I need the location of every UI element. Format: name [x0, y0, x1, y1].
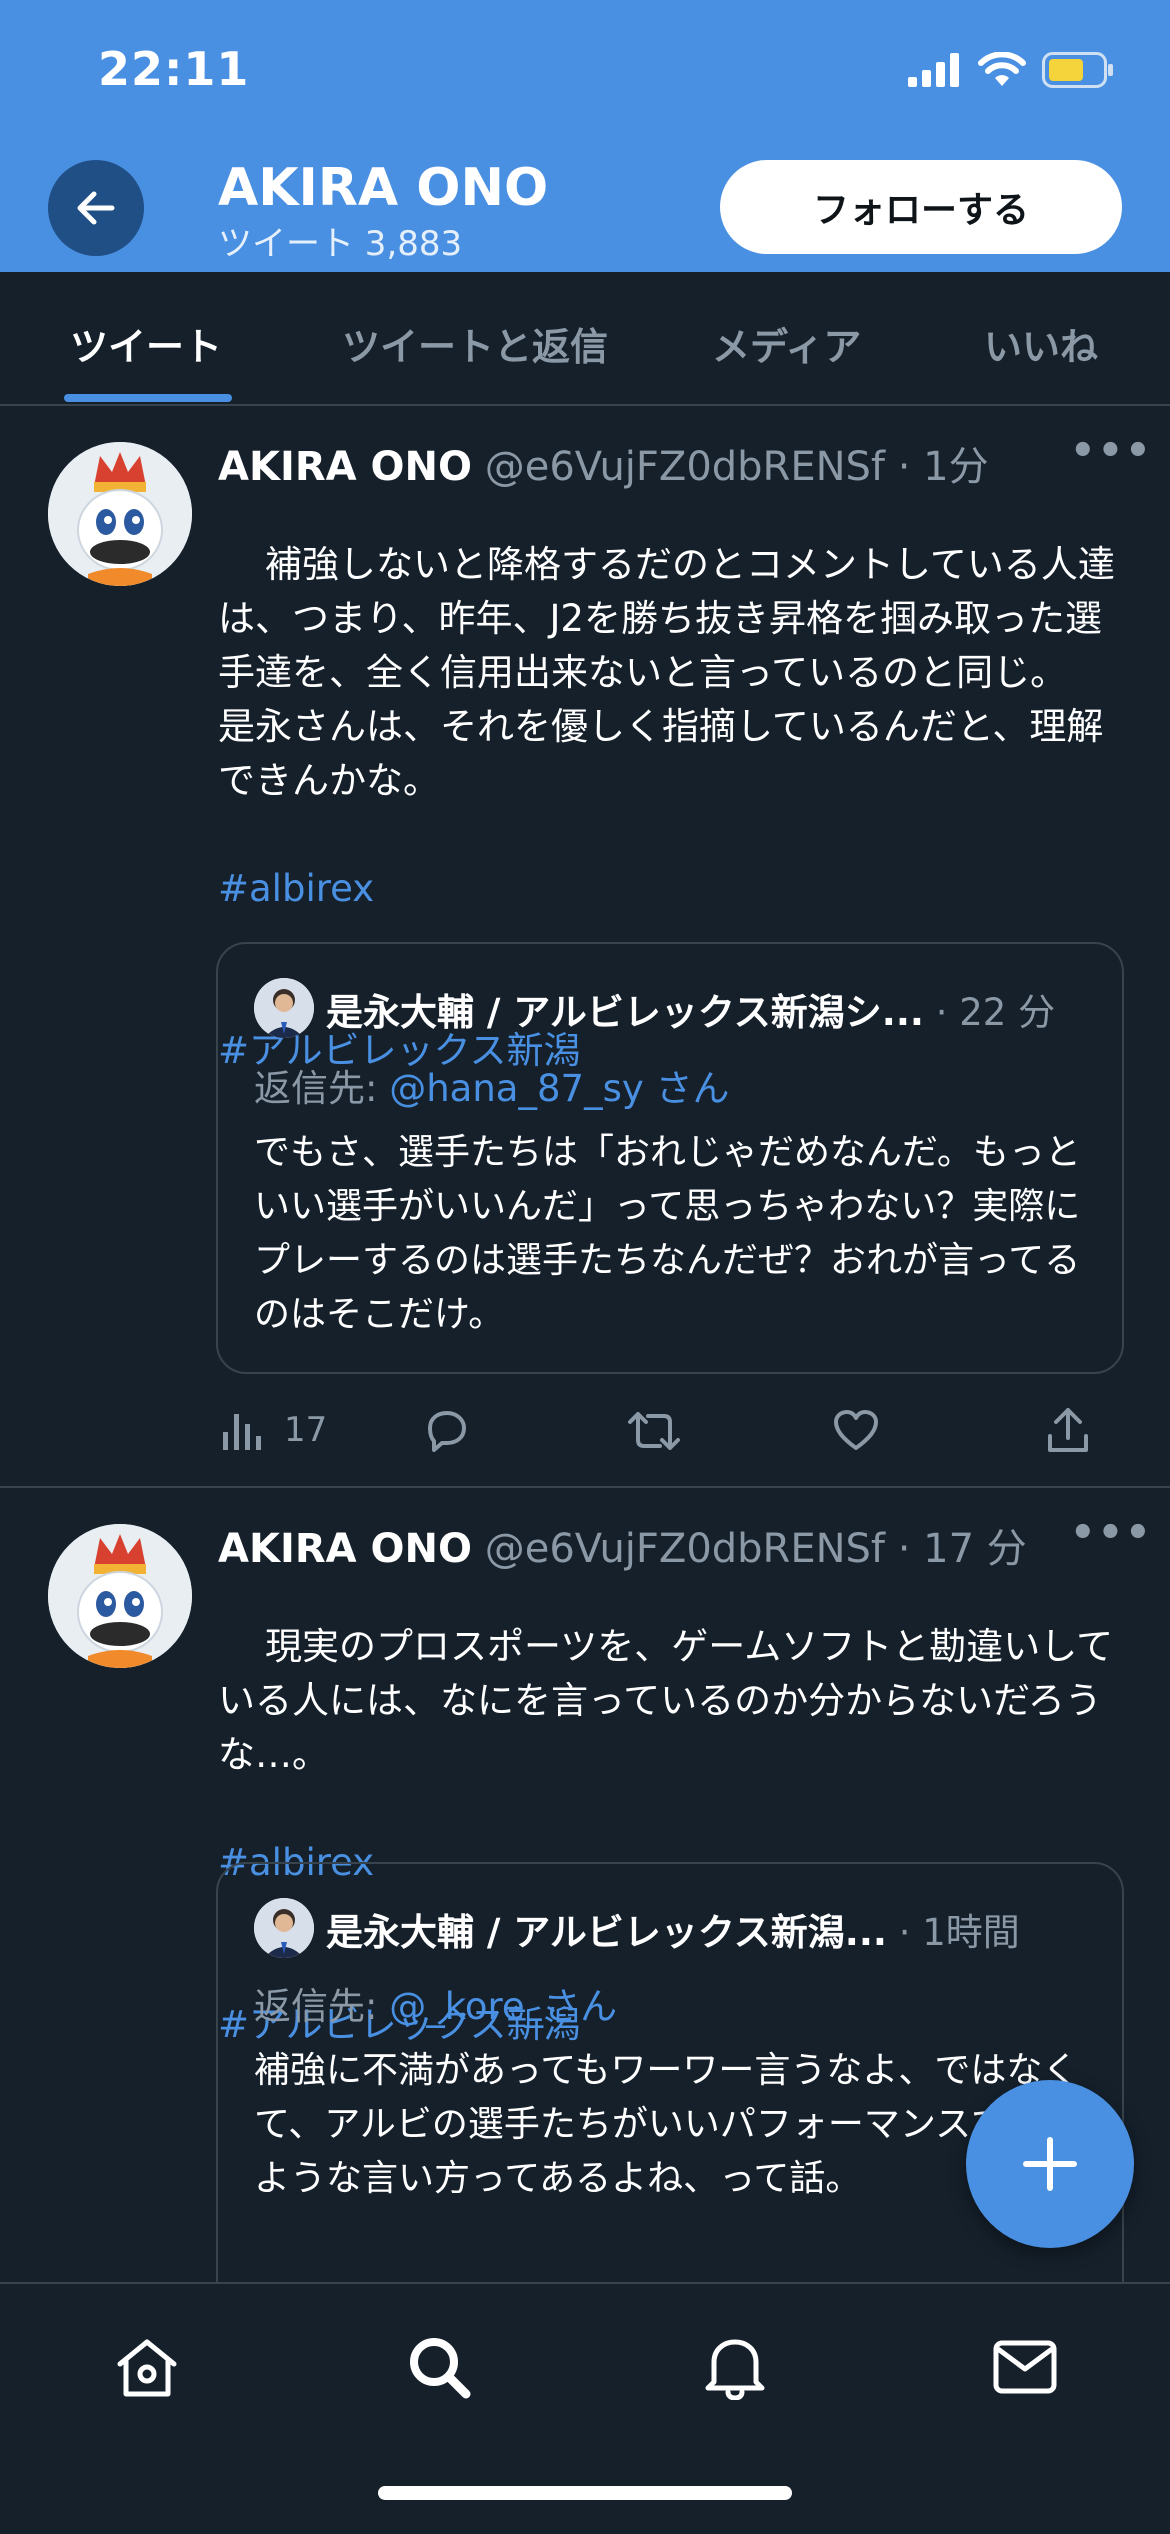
- mascot-avatar-icon: [48, 442, 192, 586]
- quoted-author-avatar: [254, 978, 314, 1038]
- reply-action[interactable]: [422, 1408, 472, 1454]
- views-action[interactable]: 17: [220, 1408, 327, 1452]
- reply-icon: [428, 1411, 466, 1452]
- share-icon: [1048, 1408, 1088, 1452]
- analytics-icon: [223, 1414, 261, 1450]
- quoted-author-avatar: [254, 1898, 314, 1958]
- retweet-action[interactable]: [626, 1408, 682, 1454]
- tab-media[interactable]: メディア: [712, 316, 861, 371]
- reply-mention[interactable]: @_kore_さん: [389, 1985, 617, 2028]
- profile-tabs: ツイート ツイートと返信 メディア いいね: [0, 272, 1170, 406]
- reply-to-line: 返信先: @hana_87_sy さん: [254, 1058, 730, 1112]
- quoted-time: · 1時間: [898, 1911, 1020, 1954]
- more-options-icon[interactable]: •••: [1070, 428, 1153, 474]
- nav-search[interactable]: [394, 2322, 484, 2412]
- nav-home[interactable]: [102, 2322, 192, 2412]
- profile-name: AKIRA ONO: [218, 158, 549, 218]
- compose-button[interactable]: [966, 2080, 1134, 2248]
- bell-icon: [705, 2339, 765, 2400]
- quoted-author-name: 是永大輔 / アルビレックス新潟...: [326, 1911, 887, 1954]
- avatar[interactable]: [48, 1524, 192, 1668]
- wifi-icon: [978, 52, 1026, 86]
- tweet-count: ツイート 3,883: [218, 224, 463, 264]
- nav-messages[interactable]: [980, 2322, 1070, 2412]
- quoted-tweet[interactable]: 是永大輔 / アルビレックス新潟シ... · 22 分 返信先: @hana_8…: [216, 942, 1124, 1374]
- plus-icon: [1023, 2137, 1077, 2191]
- hashtag-link[interactable]: #albirex: [218, 862, 1128, 916]
- person-avatar-icon: [254, 978, 314, 1038]
- quoted-header: 是永大輔 / アルビレックス新潟... · 1時間: [326, 1902, 1020, 1956]
- reply-prefix: 返信先:: [254, 1067, 390, 1110]
- view-count: 17: [284, 1410, 328, 1450]
- tweet-actions: 17: [216, 1404, 1096, 1464]
- nav-notifications[interactable]: [690, 2322, 780, 2412]
- quoted-time: · 22 分: [935, 991, 1056, 1034]
- tab-tweets[interactable]: ツイート: [70, 316, 222, 371]
- avatar[interactable]: [48, 442, 192, 586]
- search-icon: [410, 2338, 471, 2399]
- arrow-left-icon: [77, 191, 115, 225]
- reply-to-line: 返信先: @_kore_さん: [254, 1976, 617, 2030]
- follow-button[interactable]: フォローする: [720, 160, 1122, 254]
- tab-likes[interactable]: いいね: [984, 316, 1098, 371]
- reply-mention[interactable]: @hana_87_sy さん: [389, 1067, 729, 1110]
- reply-prefix: 返信先:: [254, 1985, 390, 2028]
- more-options-icon[interactable]: •••: [1070, 1510, 1153, 1556]
- heart-icon: [834, 1410, 878, 1450]
- quoted-tweet[interactable]: 是永大輔 / アルビレックス新潟... · 1時間 返信先: @_kore_さん…: [216, 1862, 1124, 2326]
- mascot-avatar-icon: [48, 1524, 192, 1668]
- quoted-text: でもさ、選手たちは「おれじゃだめなんだ。もっといい選手がいいんだ」って思っちゃわ…: [254, 1132, 1081, 1335]
- share-action[interactable]: [1046, 1406, 1090, 1454]
- signal-icon: [908, 53, 959, 87]
- tweet-body: 補強しないと降格するだのとコメントしている人達は、つまり、昨年、J2を勝ち抜き昇…: [218, 543, 1115, 802]
- tweet-body: 現実のプロスポーツを、ゲームソフトと勘違いしている人には、なにを言っているのか分…: [218, 1625, 1114, 1776]
- tweet-divider: [0, 1486, 1170, 1488]
- person-avatar-icon: [254, 1898, 314, 1958]
- quoted-header: 是永大輔 / アルビレックス新潟シ... · 22 分: [326, 982, 1055, 1036]
- home-icon: [117, 2339, 177, 2397]
- like-action[interactable]: [832, 1408, 880, 1452]
- retweet-icon: [628, 1412, 680, 1450]
- status-icons: [908, 52, 1114, 88]
- profile-header: 22:11 AKIRA ONO ツイート 3,883 フォローする: [0, 0, 1170, 272]
- tab-tweets-and-replies[interactable]: ツイートと返信: [342, 316, 608, 371]
- mail-icon: [993, 2340, 1057, 2394]
- home-indicator: [378, 2486, 792, 2500]
- back-button[interactable]: [48, 160, 144, 256]
- active-tab-indicator: [64, 394, 232, 402]
- battery-icon: [1042, 52, 1113, 88]
- status-time: 22:11: [98, 42, 250, 96]
- quoted-author-name: 是永大輔 / アルビレックス新潟シ...: [326, 991, 924, 1034]
